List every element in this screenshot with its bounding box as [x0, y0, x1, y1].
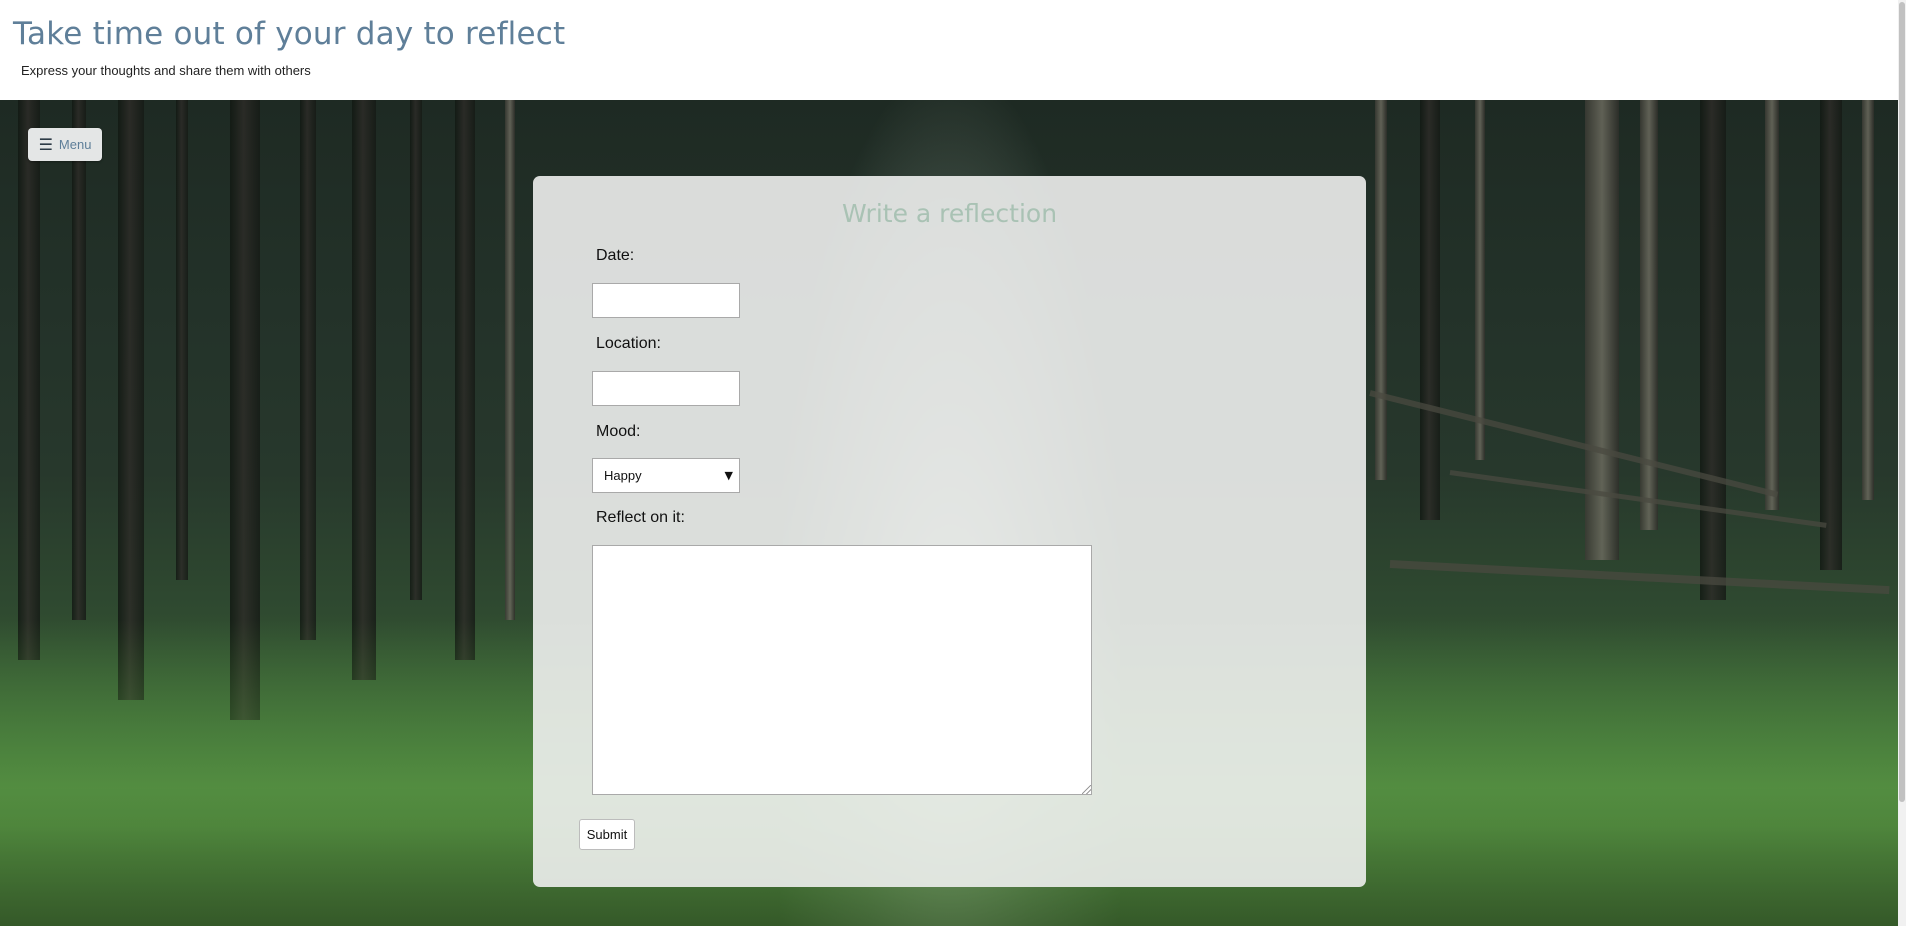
page-header: Take time out of your day to reflect Exp…: [0, 0, 1898, 100]
tree-trunk: [1375, 100, 1387, 480]
vertical-scrollbar[interactable]: [1898, 0, 1906, 926]
location-input[interactable]: [592, 371, 740, 406]
tree-trunk: [505, 100, 515, 620]
tree-trunk: [72, 100, 86, 620]
tree-trunk: [1765, 100, 1779, 510]
reflection-form-card: Write a reflection Date: Location: Mood:…: [533, 176, 1366, 887]
tree-trunk: [1420, 100, 1440, 520]
tree-trunk: [176, 100, 188, 580]
tree-trunk: [410, 100, 422, 600]
hamburger-icon: ☰: [38, 134, 53, 154]
menu-button[interactable]: ☰ Menu: [28, 128, 102, 161]
resize-grip-icon[interactable]: [1082, 785, 1091, 794]
site-title: Take time out of your day to reflect: [13, 16, 566, 52]
tree-trunk: [1475, 100, 1485, 460]
mood-label: Mood:: [596, 423, 641, 440]
reflection-textarea[interactable]: [592, 545, 1092, 795]
tree-trunk: [1700, 100, 1726, 600]
date-input[interactable]: [592, 283, 740, 318]
tree-trunk: [455, 100, 475, 660]
date-label: Date:: [596, 247, 635, 264]
dropdown-arrow-icon: ▼: [724, 469, 733, 482]
tree-trunk: [18, 100, 40, 660]
mood-select[interactable]: Happy ▼: [592, 458, 740, 493]
site-subtitle: Express your thoughts and share them wit…: [21, 63, 311, 78]
tree-trunk: [118, 100, 144, 700]
form-title: Write a reflection: [841, 199, 1058, 228]
reflect-label: Reflect on it:: [596, 509, 685, 526]
tree-trunk: [300, 100, 316, 640]
fallen-log: [1389, 560, 1890, 595]
location-label: Location:: [596, 335, 661, 352]
submit-button[interactable]: Submit: [579, 819, 635, 850]
tree-trunk: [352, 100, 376, 680]
tree-trunk: [1862, 100, 1874, 500]
mood-selected-value: Happy: [604, 468, 642, 483]
tree-trunk: [1820, 100, 1842, 570]
menu-label: Menu: [58, 137, 92, 152]
scrollbar-thumb[interactable]: [1899, 2, 1905, 802]
